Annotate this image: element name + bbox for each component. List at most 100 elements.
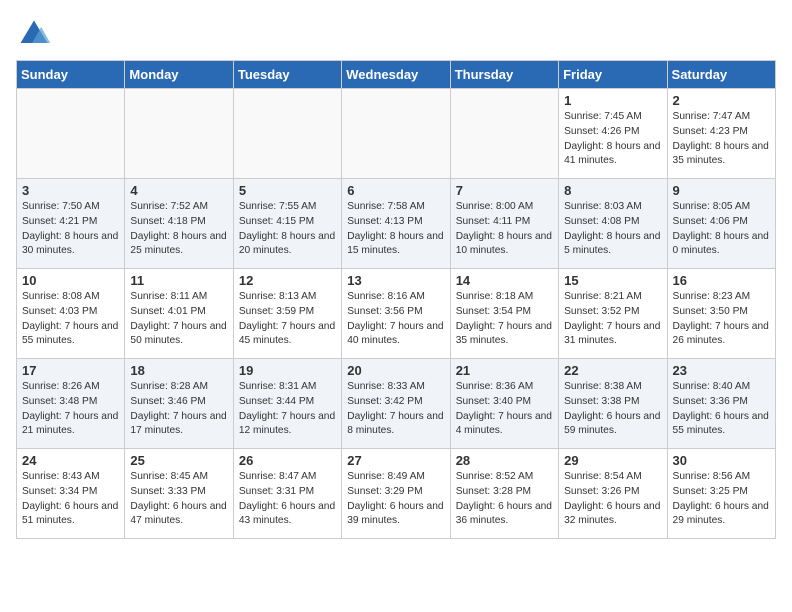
- day-number: 24: [22, 453, 119, 468]
- day-info: Sunrise: 8:21 AM Sunset: 3:52 PM Dayligh…: [564, 290, 661, 349]
- calendar-cell: 14 Sunrise: 8:18 AM Sunset: 3:54 PM Dayli…: [450, 269, 558, 359]
- calendar-cell: 18 Sunrise: 8:28 AM Sunset: 3:46 PM Dayli…: [125, 359, 233, 449]
- day-info: Sunrise: 8:23 AM Sunset: 3:50 PM Dayligh…: [673, 290, 770, 349]
- day-info: Sunrise: 8:31 AM Sunset: 3:44 PM Dayligh…: [239, 380, 336, 439]
- calendar-cell: 11Sunrise: 8:11 AM Sunset: 4:01 PM Dayli…: [125, 269, 233, 359]
- day-number: 8: [564, 183, 661, 198]
- calendar-cell: [450, 89, 558, 179]
- day-info: Sunrise: 8:16 AM Sunset: 3:56 PM Dayligh…: [347, 290, 444, 349]
- calendar-week-5: 24Sunrise: 8:43 AM Sunset: 3:34 PM Dayli…: [17, 449, 776, 539]
- day-header-saturday: Saturday: [667, 61, 775, 89]
- day-number: 29: [564, 453, 661, 468]
- page-header: [16, 16, 776, 52]
- day-number: 21: [456, 363, 553, 378]
- day-number: 16: [673, 273, 770, 288]
- calendar-week-2: 3 Sunrise: 7:50 AM Sunset: 4:21 PM Daylig…: [17, 179, 776, 269]
- day-header-tuesday: Tuesday: [233, 61, 341, 89]
- day-info: Sunrise: 8:47 AM Sunset: 3:31 PM Dayligh…: [239, 470, 336, 529]
- day-header-sunday: Sunday: [17, 61, 125, 89]
- day-number: 10: [22, 273, 119, 288]
- calendar-table: SundayMondayTuesdayWednesdayThursdayFrid…: [16, 60, 776, 539]
- day-info: Sunrise: 8:36 AM Sunset: 3:40 PM Dayligh…: [456, 380, 553, 439]
- day-info: Sunrise: 8:08 AM Sunset: 4:03 PM Dayligh…: [22, 290, 119, 349]
- day-number: 7: [456, 183, 553, 198]
- calendar-cell: [233, 89, 341, 179]
- calendar-cell: 28 Sunrise: 8:52 AM Sunset: 3:28 PM Dayli…: [450, 449, 558, 539]
- day-info: Sunrise: 8:03 AM Sunset: 4:08 PM Dayligh…: [564, 200, 661, 259]
- day-number: 3: [22, 183, 119, 198]
- day-number: 27: [347, 453, 444, 468]
- calendar-cell: 20 Sunrise: 8:33 AM Sunset: 3:42 PM Dayli…: [342, 359, 450, 449]
- day-info: Sunrise: 8:18 AM Sunset: 3:54 PM Dayligh…: [456, 290, 553, 349]
- day-info: Sunrise: 8:11 AM Sunset: 4:01 PM Dayligh…: [130, 290, 227, 349]
- day-number: 20: [347, 363, 444, 378]
- calendar-cell: 24Sunrise: 8:43 AM Sunset: 3:34 PM Dayli…: [17, 449, 125, 539]
- calendar-cell: 19 Sunrise: 8:31 AM Sunset: 3:44 PM Dayli…: [233, 359, 341, 449]
- day-info: Sunrise: 8:52 AM Sunset: 3:28 PM Dayligh…: [456, 470, 553, 529]
- day-info: Sunrise: 8:56 AM Sunset: 3:25 PM Dayligh…: [673, 470, 770, 529]
- day-number: 4: [130, 183, 227, 198]
- day-number: 25: [130, 453, 227, 468]
- calendar-cell: 1 Sunrise: 7:45 AM Sunset: 4:26 PM Daylig…: [559, 89, 667, 179]
- calendar-cell: 16 Sunrise: 8:23 AM Sunset: 3:50 PM Dayli…: [667, 269, 775, 359]
- day-info: Sunrise: 7:55 AM Sunset: 4:15 PM Dayligh…: [239, 200, 336, 259]
- day-info: Sunrise: 8:00 AM Sunset: 4:11 PM Dayligh…: [456, 200, 553, 259]
- day-info: Sunrise: 8:45 AM Sunset: 3:33 PM Dayligh…: [130, 470, 227, 529]
- calendar-cell: 8 Sunrise: 8:03 AM Sunset: 4:08 PM Daylig…: [559, 179, 667, 269]
- calendar-week-3: 10 Sunrise: 8:08 AM Sunset: 4:03 PM Dayli…: [17, 269, 776, 359]
- logo: [16, 16, 56, 52]
- calendar-cell: 25 Sunrise: 8:45 AM Sunset: 3:33 PM Dayli…: [125, 449, 233, 539]
- calendar-cell: 27 Sunrise: 8:49 AM Sunset: 3:29 PM Dayli…: [342, 449, 450, 539]
- calendar-week-1: 1 Sunrise: 7:45 AM Sunset: 4:26 PM Daylig…: [17, 89, 776, 179]
- day-info: Sunrise: 8:40 AM Sunset: 3:36 PM Dayligh…: [673, 380, 770, 439]
- calendar-cell: 22Sunrise: 8:38 AM Sunset: 3:38 PM Dayli…: [559, 359, 667, 449]
- day-info: Sunrise: 7:45 AM Sunset: 4:26 PM Dayligh…: [564, 110, 661, 169]
- calendar-cell: [342, 89, 450, 179]
- day-info: Sunrise: 8:49 AM Sunset: 3:29 PM Dayligh…: [347, 470, 444, 529]
- day-header-monday: Monday: [125, 61, 233, 89]
- day-info: Sunrise: 8:38 AM Sunset: 3:38 PM Dayligh…: [564, 380, 661, 439]
- calendar-cell: 3 Sunrise: 7:50 AM Sunset: 4:21 PM Daylig…: [17, 179, 125, 269]
- day-number: 5: [239, 183, 336, 198]
- day-info: Sunrise: 7:58 AM Sunset: 4:13 PM Dayligh…: [347, 200, 444, 259]
- day-info: Sunrise: 8:13 AM Sunset: 3:59 PM Dayligh…: [239, 290, 336, 349]
- day-header-wednesday: Wednesday: [342, 61, 450, 89]
- day-header-thursday: Thursday: [450, 61, 558, 89]
- day-number: 19: [239, 363, 336, 378]
- calendar-cell: 7 Sunrise: 8:00 AM Sunset: 4:11 PM Daylig…: [450, 179, 558, 269]
- day-info: Sunrise: 8:33 AM Sunset: 3:42 PM Dayligh…: [347, 380, 444, 439]
- day-number: 28: [456, 453, 553, 468]
- day-number: 17: [22, 363, 119, 378]
- calendar-cell: 5 Sunrise: 7:55 AM Sunset: 4:15 PM Daylig…: [233, 179, 341, 269]
- day-info: Sunrise: 7:52 AM Sunset: 4:18 PM Dayligh…: [130, 200, 227, 259]
- calendar-week-4: 17Sunrise: 8:26 AM Sunset: 3:48 PM Dayli…: [17, 359, 776, 449]
- calendar-cell: 23 Sunrise: 8:40 AM Sunset: 3:36 PM Dayli…: [667, 359, 775, 449]
- calendar-cell: 21 Sunrise: 8:36 AM Sunset: 3:40 PM Dayli…: [450, 359, 558, 449]
- day-number: 13: [347, 273, 444, 288]
- calendar-cell: [17, 89, 125, 179]
- day-number: 23: [673, 363, 770, 378]
- calendar-cell: 12 Sunrise: 8:13 AM Sunset: 3:59 PM Dayli…: [233, 269, 341, 359]
- day-number: 14: [456, 273, 553, 288]
- day-number: 2: [673, 93, 770, 108]
- day-info: Sunrise: 8:28 AM Sunset: 3:46 PM Dayligh…: [130, 380, 227, 439]
- day-info: Sunrise: 7:50 AM Sunset: 4:21 PM Dayligh…: [22, 200, 119, 259]
- day-number: 30: [673, 453, 770, 468]
- calendar-cell: [125, 89, 233, 179]
- calendar-cell: 15 Sunrise: 8:21 AM Sunset: 3:52 PM Dayli…: [559, 269, 667, 359]
- day-number: 15: [564, 273, 661, 288]
- calendar-cell: 4 Sunrise: 7:52 AM Sunset: 4:18 PM Daylig…: [125, 179, 233, 269]
- calendar-cell: 9Sunrise: 8:05 AM Sunset: 4:06 PM Daylig…: [667, 179, 775, 269]
- logo-icon: [16, 16, 52, 52]
- calendar-header-row: SundayMondayTuesdayWednesdayThursdayFrid…: [17, 61, 776, 89]
- calendar-cell: 2 Sunrise: 7:47 AM Sunset: 4:23 PM Daylig…: [667, 89, 775, 179]
- day-number: 12: [239, 273, 336, 288]
- day-info: Sunrise: 7:47 AM Sunset: 4:23 PM Dayligh…: [673, 110, 770, 169]
- calendar-cell: 17Sunrise: 8:26 AM Sunset: 3:48 PM Dayli…: [17, 359, 125, 449]
- calendar-cell: 10 Sunrise: 8:08 AM Sunset: 4:03 PM Dayli…: [17, 269, 125, 359]
- day-number: 18: [130, 363, 227, 378]
- calendar-cell: 30 Sunrise: 8:56 AM Sunset: 3:25 PM Dayli…: [667, 449, 775, 539]
- day-number: 1: [564, 93, 661, 108]
- day-number: 6: [347, 183, 444, 198]
- calendar-cell: 26Sunrise: 8:47 AM Sunset: 3:31 PM Dayli…: [233, 449, 341, 539]
